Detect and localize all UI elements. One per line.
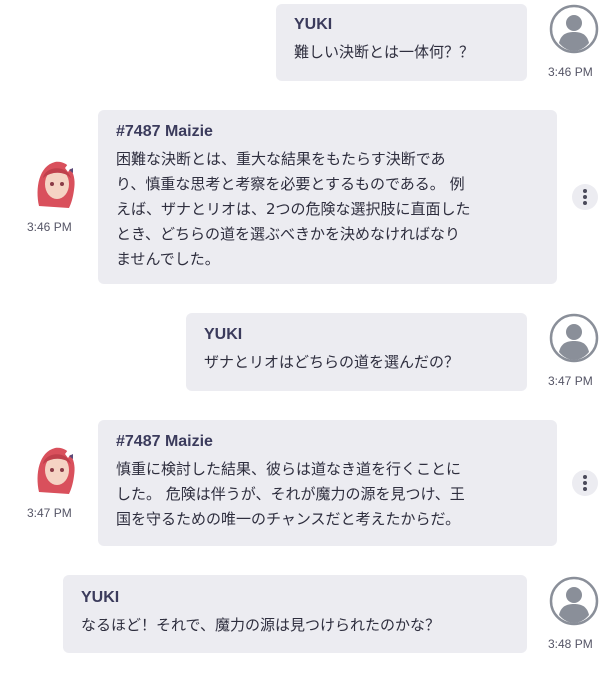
- message-text-line: 慎重に検討した結果、彼らは道なき道を行くことに: [116, 460, 462, 478]
- message-bubble-user: YUKI 難しい決断とは一体何？？: [276, 4, 527, 81]
- timestamp: 3:46 PM: [27, 220, 72, 234]
- message-text-line: り、慎重な思考と考察を必要とするものである。 例: [116, 175, 465, 193]
- sender-name: #7487 Maizie: [116, 433, 213, 450]
- message-text: 難しい決断とは一体何？？: [294, 43, 475, 61]
- bot-avatar-icon[interactable]: [33, 444, 79, 496]
- message-text-line: ませんでした。: [116, 250, 220, 268]
- message-bubble-bot: #7487 Maizie 慎重に検討した結果、彼らは道なき道を行くことに した。…: [98, 420, 557, 546]
- message-text: ザナとリオはどちらの道を選んだの？: [204, 353, 460, 371]
- sender-name: YUKI: [81, 589, 120, 606]
- more-options-icon[interactable]: [572, 470, 598, 496]
- message-bubble-bot: #7487 Maizie 困難な決断とは、重大な結果をもたらす決断であ り、慎重…: [98, 110, 557, 284]
- sender-name: YUKI: [294, 16, 333, 33]
- message-bubble-user: YUKI なるほど！それで、魔力の源は見つけられたのかな？: [63, 575, 527, 653]
- message-text: なるほど！それで、魔力の源は見つけられたのかな？: [81, 616, 440, 634]
- message-text-line: 国を守るための唯一のチャンスだと考えたからだ。: [116, 510, 461, 528]
- message-text-line: 困難な決断とは、重大な結果をもたらす決断であ: [116, 150, 446, 168]
- sender-name: YUKI: [204, 326, 243, 343]
- message-bubble-user: YUKI ザナとリオはどちらの道を選んだの？: [186, 313, 527, 391]
- sender-name: #7487 Maizie: [116, 123, 213, 140]
- timestamp: 3:47 PM: [548, 374, 593, 388]
- user-avatar-icon[interactable]: [549, 313, 599, 363]
- timestamp: 3:48 PM: [548, 637, 593, 651]
- timestamp: 3:46 PM: [548, 65, 593, 79]
- user-avatar-icon[interactable]: [549, 4, 599, 54]
- user-avatar-icon[interactable]: [549, 576, 599, 626]
- timestamp: 3:47 PM: [27, 506, 72, 520]
- message-text-line: えば、ザナとリオは、2つの危険な選択肢に直面した: [116, 200, 471, 218]
- message-text-line: とき、どちらの道を選ぶべきかを決めなければなり: [116, 225, 460, 243]
- bot-avatar-icon[interactable]: [33, 158, 79, 210]
- message-text-line: した。 危険は伴うが、それが魔力の源を見つけ、王: [116, 485, 465, 503]
- more-options-icon[interactable]: [572, 184, 598, 210]
